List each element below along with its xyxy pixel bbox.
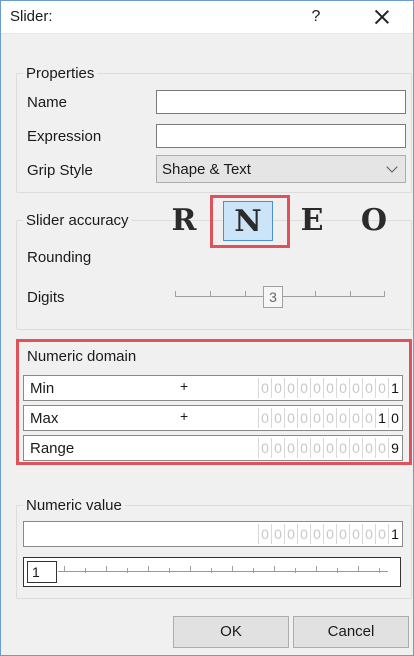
help-button[interactable]: ? [304, 5, 328, 29]
digit-cell[interactable]: 0 [297, 524, 310, 544]
value-slider-line [58, 571, 388, 572]
digit-cell[interactable]: 0 [310, 524, 323, 544]
slider-dialog: Slider: ? Properties Name Expression Gri… [0, 0, 414, 656]
cancel-button[interactable]: Cancel [293, 616, 409, 648]
ok-button[interactable]: OK [173, 616, 289, 648]
digits-tick [384, 291, 385, 296]
value-digits[interactable]: 00000000001 [258, 524, 401, 544]
close-icon[interactable] [369, 4, 395, 30]
digits-label: Digits [27, 289, 65, 306]
grip-style-label: Grip Style [27, 162, 93, 179]
value-slider-tick [64, 566, 65, 571]
expression-field[interactable] [156, 124, 406, 148]
digit-cell[interactable]: 0 [323, 524, 336, 544]
value-slider-tick [337, 568, 338, 573]
value-slider[interactable]: 1 [23, 557, 401, 587]
value-slider-tick [316, 566, 317, 571]
value-slider-tick [295, 568, 296, 573]
value-slider-tick [274, 566, 275, 571]
value-slider-tick [358, 566, 359, 571]
value-slider-tick [85, 568, 86, 573]
chevron-down-icon [386, 161, 398, 173]
rounding-label: Rounding [27, 249, 92, 266]
domain-highlight [16, 339, 412, 465]
digit-cell[interactable]: 0 [271, 524, 284, 544]
digit-cell[interactable]: 0 [258, 524, 271, 544]
window-title: Slider: [10, 8, 53, 25]
properties-legend: Properties [23, 65, 98, 82]
digit-cell[interactable]: 0 [349, 524, 362, 544]
value-slider-tick [127, 568, 128, 573]
digit-cell[interactable]: 0 [284, 524, 297, 544]
digit-cell[interactable]: 0 [336, 524, 349, 544]
value-slider-tick [379, 568, 380, 573]
value-row[interactable]: 00000000001 [23, 521, 403, 547]
value-slider-tick [211, 568, 212, 573]
digit-cell[interactable]: 0 [375, 524, 388, 544]
digit-cell[interactable]: 1 [388, 524, 401, 544]
rounding-option-r[interactable]: R [159, 201, 209, 241]
digits-tick [315, 291, 316, 296]
value-slider-tick [169, 568, 170, 573]
digits-tick [175, 291, 176, 296]
expression-label: Expression [27, 128, 102, 145]
value-slider-tick [253, 568, 254, 573]
digits-tick [245, 291, 246, 296]
name-label: Name [27, 94, 68, 111]
value-slider-tick [232, 566, 233, 571]
value-slider-grip[interactable]: 1 [27, 561, 57, 583]
value-legend: Numeric value [23, 497, 125, 514]
grip-style-select[interactable]: Shape & Text [156, 155, 406, 183]
rounding-option-o[interactable]: O [349, 201, 399, 241]
digit-cell[interactable]: 0 [362, 524, 375, 544]
accuracy-legend: Slider accuracy [23, 212, 132, 229]
grip-style-value: Shape & Text [162, 161, 251, 178]
value-slider-tick [190, 566, 191, 571]
title-bar: Slider: ? [1, 1, 413, 34]
value-slider-tick [106, 566, 107, 571]
rounding-option-e[interactable]: E [287, 201, 337, 241]
name-field[interactable] [156, 90, 406, 114]
rounding-highlight [210, 195, 290, 248]
digits-tick [210, 291, 211, 296]
digits-slider-grip[interactable]: 3 [263, 286, 283, 308]
value-slider-tick [148, 566, 149, 571]
digits-tick [350, 291, 351, 296]
